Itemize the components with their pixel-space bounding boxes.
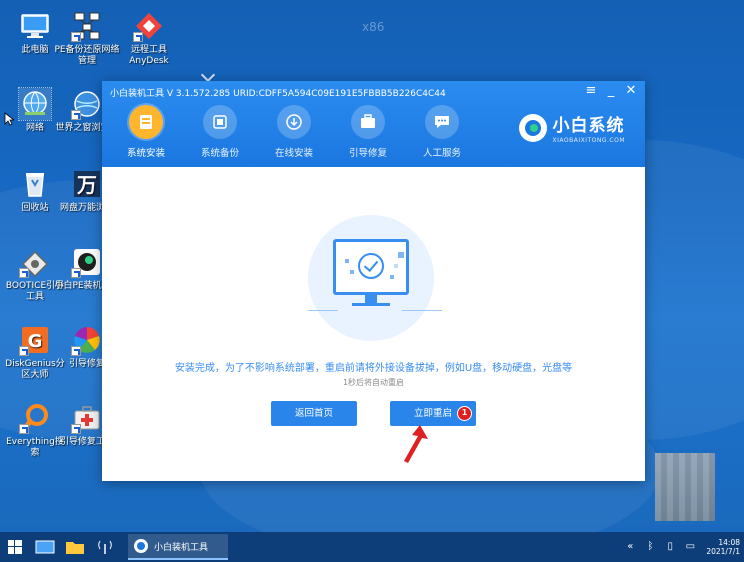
anydesk-icon bbox=[133, 10, 165, 42]
window-controls: ≡ _ ✕ bbox=[583, 83, 639, 99]
recycle-bin-icon bbox=[19, 168, 51, 200]
backup-icon bbox=[203, 105, 237, 139]
menu-button[interactable]: ≡ bbox=[583, 83, 599, 99]
install-complete-panel: 安装完成，为了不影响系统部署，重启前请将外接设备拔掉，例如U盘，移动硬盘，光盘等… bbox=[102, 167, 645, 481]
red-arrow-icon bbox=[404, 425, 428, 463]
logo-name: 小白系统 bbox=[552, 116, 625, 136]
shortcut-arrow-icon bbox=[133, 32, 143, 42]
xiaobai-logo-icon bbox=[71, 246, 103, 278]
xiaobai-logo-icon bbox=[134, 539, 148, 553]
antenna-icon bbox=[98, 540, 112, 554]
taskbar-desktop-button[interactable] bbox=[30, 532, 60, 562]
bluetooth-icon[interactable]: ᛒ bbox=[643, 540, 657, 554]
tab-system-install[interactable]: 系统安装 bbox=[118, 105, 174, 159]
xiaobai-logo: 小白系统 XIAOBAIXITONG.COM bbox=[518, 111, 626, 144]
toolbox-icon bbox=[351, 105, 385, 139]
shortcut-arrow-icon bbox=[19, 424, 29, 434]
shortcut-arrow-icon bbox=[19, 268, 29, 278]
computer-icon bbox=[19, 10, 51, 42]
divider bbox=[402, 310, 442, 311]
minimize-button[interactable]: _ bbox=[603, 83, 619, 99]
architecture-watermark: x86 bbox=[362, 20, 385, 34]
chat-bubble-icon bbox=[425, 105, 459, 139]
shortcut-arrow-icon bbox=[71, 346, 81, 356]
window-title: 小白装机工具 V 3.1.572.285 URID:CDFF5A594C09E1… bbox=[110, 89, 446, 99]
desktop-icon-anydesk[interactable]: 远程工具AnyDesk bbox=[116, 10, 182, 67]
svg-text:万: 万 bbox=[76, 173, 97, 197]
install-complete-message: 安装完成，为了不影响系统部署，重启前请将外接设备拔掉，例如U盘，移动硬盘，光盘等 bbox=[174, 363, 573, 374]
taskbar-network-button[interactable] bbox=[90, 532, 120, 562]
chevron-left-icon[interactable]: « bbox=[623, 540, 637, 554]
online-install-icon bbox=[277, 105, 311, 139]
xiaobai-installer-window: 小白装机工具 V 3.1.572.285 URID:CDFF5A594C09E1… bbox=[102, 81, 645, 481]
shortcut-arrow-icon bbox=[71, 32, 81, 42]
colorful-pinwheel-icon bbox=[71, 324, 103, 356]
system-tray: « ᛒ ▯ ▭ 14:08 2021/7/1 bbox=[620, 532, 740, 562]
tab-system-backup[interactable]: 系统备份 bbox=[192, 105, 248, 159]
shortcut-arrow-icon bbox=[71, 424, 81, 434]
battery-icon[interactable]: ▯ bbox=[663, 540, 677, 554]
tab-human-service[interactable]: 人工服务 bbox=[414, 105, 470, 159]
logo-domain: XIAOBAIXITONG.COM bbox=[552, 137, 625, 144]
window-titlebar[interactable]: 小白装机工具 V 3.1.572.285 URID:CDFF5A594C09E1… bbox=[102, 81, 645, 167]
divider bbox=[308, 310, 338, 311]
back-home-button[interactable]: 返回首页 bbox=[271, 401, 357, 426]
tab-online-install[interactable]: 在线安装 bbox=[266, 105, 322, 159]
disk-tool-icon bbox=[19, 246, 51, 278]
tab-boot-repair[interactable]: 引导修复 bbox=[340, 105, 396, 159]
network-globe-icon bbox=[18, 87, 52, 121]
step-badge: 1 bbox=[457, 406, 472, 421]
shortcut-arrow-icon bbox=[71, 268, 81, 278]
browser-globe-icon bbox=[71, 88, 103, 120]
network-icon[interactable]: ▭ bbox=[683, 540, 697, 554]
shortcut-arrow-icon bbox=[19, 346, 29, 356]
chevron-down-icon[interactable] bbox=[200, 67, 216, 83]
folder-icon bbox=[66, 542, 84, 554]
mouse-cursor-icon bbox=[4, 112, 14, 126]
taskbar-explorer-button[interactable] bbox=[60, 532, 90, 562]
clock[interactable]: 14:08 2021/7/1 bbox=[706, 538, 740, 556]
desktop-icon bbox=[35, 540, 55, 554]
taskbar-app-xiaobai[interactable]: 小白装机工具 bbox=[128, 534, 228, 560]
diskgenius-icon: G bbox=[19, 324, 51, 356]
close-button[interactable]: ✕ bbox=[623, 83, 639, 99]
checkmark-icon bbox=[358, 253, 384, 279]
blurred-region bbox=[655, 453, 715, 521]
windows-logo-icon bbox=[8, 540, 22, 554]
search-magnifier-icon bbox=[19, 402, 51, 434]
restart-countdown: 1秒后将自动重启 bbox=[342, 378, 405, 387]
start-button[interactable] bbox=[0, 532, 30, 562]
wan-logo-icon: 万 bbox=[71, 168, 103, 200]
install-disc-icon bbox=[129, 105, 163, 139]
main-nav: 系统安装 系统备份 在线安装 引导修复 人工服务 bbox=[118, 105, 470, 159]
xiaobai-logo-icon bbox=[518, 113, 547, 142]
first-aid-kit-icon bbox=[71, 402, 103, 434]
network-manager-icon bbox=[71, 10, 103, 42]
desktop-icon-pe-backup[interactable]: PE备份还原网络管理 bbox=[54, 10, 120, 67]
shortcut-arrow-icon bbox=[71, 110, 81, 120]
svg-text:G: G bbox=[28, 331, 43, 352]
